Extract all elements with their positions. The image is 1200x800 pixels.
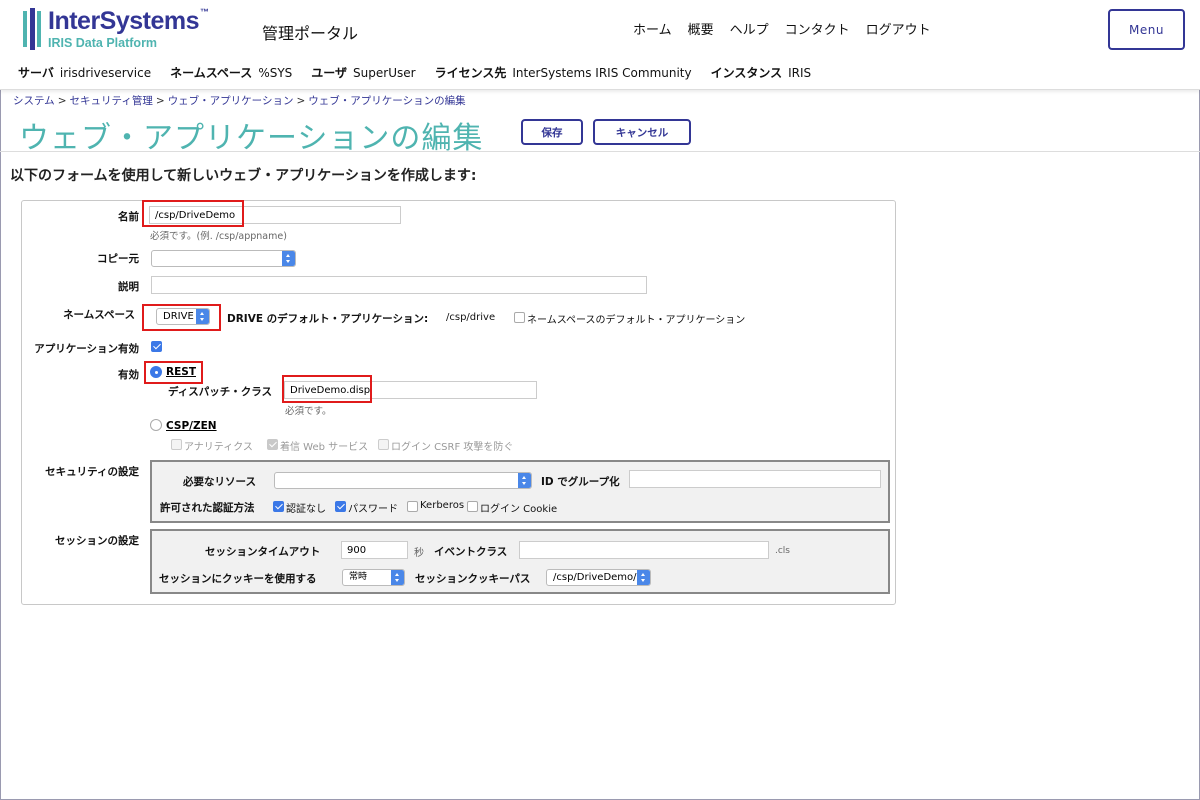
namespace-default-app-value: /csp/drive [446, 312, 496, 323]
security-settings-label: セキュリティの設定 [45, 466, 139, 478]
name-hint: 必須です。(例. /csp/appname) [150, 231, 287, 242]
namespace-select[interactable]: DRIVE [156, 308, 210, 325]
namespace-label: ネームスペース [63, 309, 135, 321]
event-class-input[interactable] [519, 541, 769, 559]
nav-contact-link[interactable]: コンタクト [785, 19, 850, 38]
dispatch-class-label: ディスパッチ・クラス [168, 386, 273, 398]
auth-password-label: パスワード [348, 504, 398, 515]
description-label: 説明 [118, 281, 139, 293]
inbound-web-services-label: 着信 Web サービス [280, 442, 369, 453]
group-by-id-input[interactable] [629, 470, 881, 488]
auth-none-checkbox[interactable] [273, 501, 284, 512]
dispatch-class-hint: 必須です。 [285, 406, 332, 417]
csrf-protection-label: ログイン CSRF 攻撃を防ぐ [391, 442, 514, 453]
session-cookie-path-select[interactable]: /csp/DriveDemo/ [546, 569, 651, 586]
nav-logout-link[interactable]: ログアウト [866, 19, 931, 38]
logo-subtitle: IRIS Data Platform [48, 36, 158, 50]
nav-overview-link[interactable]: 概要 [688, 19, 714, 38]
copy-from-label: コピー元 [97, 253, 139, 265]
name-label: 名前 [118, 211, 139, 223]
info-instance: インスタンス IRIS [710, 66, 812, 80]
namespace-default-app-label: DRIVE のデフォルト・アプリケーション: [227, 313, 429, 325]
save-button[interactable]: 保存 [521, 119, 583, 145]
rest-radio-label: REST [166, 366, 196, 378]
session-settings-box: セッションタイムアウト 秒 イベントクラス .cls セッションにクッキーを使用… [150, 529, 890, 594]
portal-title: 管理ポータル [262, 24, 359, 43]
intro-text: 以下のフォームを使用して新しいウェブ・アプリケーションを作成します: [10, 168, 477, 184]
session-cookie-use-label: セッションにクッキーを使用する [159, 573, 317, 585]
event-class-label: イベントクラス [434, 546, 508, 558]
group-by-id-label: ID でグループ化 [541, 476, 620, 488]
info-server: サーバ irisdriveservice [18, 66, 152, 80]
auth-login-cookie-label: ログイン Cookie [480, 504, 558, 515]
title-divider [0, 151, 1200, 152]
info-license: ライセンス先 InterSystems IRIS Community [434, 66, 692, 80]
cspzen-radio[interactable] [150, 419, 162, 431]
info-user: ユーザ SuperUser [311, 66, 416, 80]
required-resource-select[interactable] [274, 472, 532, 489]
logo-trademark: ™ [200, 7, 209, 17]
event-class-suffix: .cls [775, 546, 790, 556]
menu-button[interactable]: Menu [1108, 9, 1185, 50]
select-arrow-icon [637, 570, 650, 585]
session-timeout-input[interactable] [341, 541, 408, 559]
enable-label: 有効 [118, 369, 139, 381]
session-timeout-unit: 秒 [414, 548, 424, 559]
namespace-default-checkbox-label: ネームスペースのデフォルト・アプリケーション [527, 315, 746, 326]
select-arrow-icon [391, 570, 404, 585]
inbound-web-services-checkbox[interactable] [267, 439, 278, 450]
cancel-button[interactable]: キャンセル [593, 119, 691, 145]
cspzen-radio-label: CSP/ZEN [166, 420, 217, 432]
nav-help-link[interactable]: ヘルプ [730, 19, 769, 38]
copy-from-select[interactable] [151, 250, 296, 267]
breadcrumb: システム > セキュリティ管理 > ウェブ・アプリケーション > ウェブ・アプリケーションの… [13, 95, 466, 107]
info-bar: サーバ irisdriveservice ネームスペース %SYS ユーザ Super… [18, 64, 830, 81]
select-arrow-icon [282, 251, 295, 266]
namespace-default-checkbox[interactable] [514, 312, 525, 323]
csrf-protection-checkbox[interactable] [378, 439, 389, 450]
required-resource-label: 必要なリソース [183, 476, 256, 488]
breadcrumb-system[interactable]: システム [13, 95, 55, 107]
select-arrow-icon [518, 473, 531, 488]
select-arrow-icon [196, 309, 209, 324]
analytics-checkbox-label: アナリティクス [184, 442, 253, 453]
logo-name: InterSystems [48, 7, 200, 35]
description-input[interactable] [151, 276, 647, 294]
app-enabled-checkbox[interactable] [151, 341, 162, 352]
session-timeout-label: セッションタイムアウト [205, 546, 321, 558]
dispatch-class-input[interactable] [284, 381, 537, 399]
session-cookie-path-label: セッションクッキーパス [415, 573, 531, 585]
form-panel: 名前 必須です。(例. /csp/appname) コピー元 説明 ネームスペー… [21, 200, 896, 605]
auth-kerberos-checkbox[interactable] [407, 501, 418, 512]
nav-home-link[interactable]: ホーム [633, 19, 672, 38]
name-input[interactable] [149, 206, 401, 224]
info-namespace: ネームスペース %SYS [170, 66, 293, 80]
session-cookie-use-select[interactable]: 常時 [342, 569, 405, 586]
header: InterSystems™ IRIS Data Platform 管理ポータル … [0, 0, 1200, 90]
auth-login-cookie-checkbox[interactable] [467, 501, 478, 512]
breadcrumb-edit-web-app[interactable]: ウェブ・アプリケーションの編集 [308, 95, 465, 107]
rest-radio[interactable] [150, 366, 162, 378]
intersystems-logo[interactable]: InterSystems™ IRIS Data Platform [22, 7, 212, 52]
breadcrumb-web-apps[interactable]: ウェブ・アプリケーション [168, 95, 294, 107]
auth-password-checkbox[interactable] [335, 501, 346, 512]
auth-kerberos-label: Kerberos [420, 500, 465, 511]
breadcrumb-security[interactable]: セキュリティ管理 [70, 95, 153, 107]
auth-none-label: 認証なし [286, 504, 326, 515]
auth-methods-label: 許可された認証方法 [160, 502, 255, 514]
security-settings-box: 必要なリソース ID でグループ化 許可された認証方法 認証なし パスワード K… [150, 460, 890, 523]
analytics-checkbox[interactable] [171, 439, 182, 450]
app-enabled-label: アプリケーション有効 [34, 343, 139, 355]
logo-mark-icon [23, 8, 41, 50]
session-settings-label: セッションの設定 [55, 535, 139, 547]
top-navigation: ホーム 概要 ヘルプ コンタクト ログアウト [633, 19, 931, 38]
